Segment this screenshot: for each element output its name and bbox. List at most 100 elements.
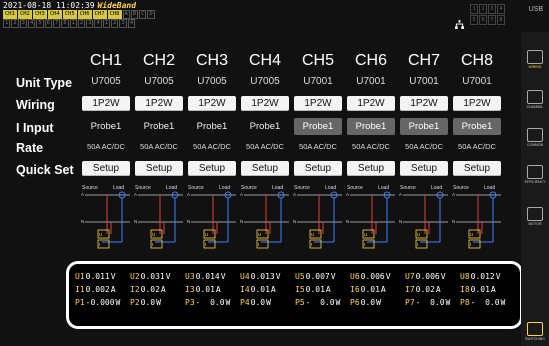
probe-button[interactable]: Probe1: [400, 118, 448, 135]
readout-cell: I2 0.02 A: [130, 285, 166, 294]
grid-cell[interactable]: 3: [488, 4, 496, 14]
wiring-diagram: Source Load A N U I: [239, 182, 291, 254]
readout-unit: W: [115, 298, 121, 307]
readout-cell: U4 0.013 V: [240, 272, 281, 281]
u-terminal-label: U: [205, 232, 208, 237]
wiring-button[interactable]: 1P2W: [453, 96, 501, 111]
wiring-diagram-svg: Source Load A N U I: [187, 185, 236, 249]
i-terminal-label: I: [205, 242, 206, 247]
wiring-diagram-svg: Source Load A N U I: [293, 185, 342, 249]
readout-value: 0.0: [360, 298, 376, 307]
source-label: Source: [294, 185, 310, 191]
wiring-button[interactable]: 1P2W: [241, 96, 289, 111]
setup-button[interactable]: Setup: [135, 161, 183, 176]
screen-selector-grid[interactable]: 1234 5678: [470, 4, 505, 25]
wiring-button[interactable]: 1P2W: [400, 96, 448, 111]
readout-value: - 0.0: [305, 298, 335, 307]
channel-indicator: 4: [94, 19, 102, 28]
readout-cell: P8- 0.0 W: [460, 298, 505, 307]
rate-value: 50A AC/DC: [352, 142, 390, 151]
load-label: Load: [431, 185, 442, 191]
right-menu-item[interactable]: SWITCHING: [521, 322, 549, 341]
probe-value[interactable]: Probe1: [133, 121, 185, 132]
readout-value: 0.02: [140, 285, 160, 294]
wiring-button[interactable]: 1P2W: [347, 96, 395, 111]
right-menu-item[interactable]: WIRING: [521, 50, 549, 69]
wiring-diagram-svg: Source Load A N U I: [452, 185, 501, 249]
right-menu-panel: WIRING CHANNEL COMMON EFFICIENCY MOTOR SWITCH…: [521, 32, 549, 346]
channel-indicator: 1: [69, 19, 77, 28]
readout-value: -0.000: [85, 298, 115, 307]
readout-cell: I4 0.01 A: [240, 285, 276, 294]
grid-cell[interactable]: 6: [479, 15, 487, 25]
channel-header: CH6: [354, 52, 387, 69]
grid-cell[interactable]: 7: [488, 15, 496, 25]
channel-indicator: 2: [77, 19, 86, 28]
setup-button[interactable]: Setup: [188, 161, 236, 176]
readout-unit: V: [275, 272, 281, 281]
wiring-button[interactable]: 1P2W: [82, 96, 130, 111]
channel-indicator: CH4: [47, 10, 62, 19]
setup-button[interactable]: Setup: [347, 161, 395, 176]
setup-button[interactable]: Setup: [241, 161, 289, 176]
datetime-text: 2021-08-18 11:02:39: [3, 1, 95, 10]
grid-cell[interactable]: 5: [470, 15, 478, 25]
probe-value[interactable]: Probe1: [239, 121, 291, 132]
wiring-button[interactable]: 1P2W: [135, 96, 183, 111]
wiring-diagram: Source Load A N U I: [292, 182, 344, 254]
i-terminal-label: I: [311, 242, 312, 247]
readout-value: - 0.0: [195, 298, 225, 307]
rate-value: 50A AC/DC: [458, 142, 496, 151]
grid-cell[interactable]: 8: [497, 15, 505, 25]
grid-cell[interactable]: 1: [470, 4, 478, 14]
menu-label: WIRING: [528, 65, 542, 69]
setup-button[interactable]: Setup: [294, 161, 342, 176]
right-menu-item[interactable]: CHANNEL: [521, 90, 549, 109]
source-label: Source: [82, 185, 98, 191]
menu-label: SWITCHING: [524, 337, 546, 341]
readout-tag: U8: [460, 272, 470, 281]
wiring-label: Wiring: [16, 98, 55, 112]
readout-tag: P7: [405, 298, 415, 307]
probe-button[interactable]: Probe1: [294, 118, 342, 135]
right-menu-item[interactable]: EFFICIENCY: [521, 165, 549, 184]
readout-tag: P4: [240, 298, 250, 307]
a-label: A: [399, 192, 402, 197]
readout-cell: P4 0.0 W: [240, 298, 271, 307]
channel-indicator: 2: [111, 19, 119, 28]
u-terminal-label: U: [417, 232, 420, 237]
readout-tag: I2: [130, 285, 140, 294]
wiring-button[interactable]: 1P2W: [188, 96, 236, 111]
readout-unit: A: [160, 285, 166, 294]
right-menu-item[interactable]: COMMON: [521, 128, 549, 147]
source-label: Source: [241, 185, 257, 191]
i-input-label: I Input: [16, 121, 54, 135]
menu-label: COMMON: [526, 143, 544, 147]
wiring-diagram: Source Load A N U I: [133, 182, 185, 254]
probe-button[interactable]: Probe1: [453, 118, 501, 135]
wiring-diagram: Source Load A N U I: [345, 182, 397, 254]
probe-value[interactable]: Probe1: [80, 121, 132, 132]
wiring-diagram: Source Load A N U I: [186, 182, 238, 254]
n-label: N: [452, 219, 455, 224]
u-terminal-label: U: [311, 232, 314, 237]
setup-button[interactable]: Setup: [400, 161, 448, 176]
right-menu-item[interactable]: MOTOR: [521, 207, 549, 226]
setup-button[interactable]: Setup: [82, 161, 130, 176]
readout-cell: U3 0.014 V: [185, 272, 226, 281]
channel-header: CH1: [89, 52, 122, 69]
readout-value: 0.006: [360, 272, 385, 281]
grid-cell[interactable]: 2: [479, 4, 487, 14]
n-label: N: [240, 219, 243, 224]
unit-type-value: U7005: [197, 76, 227, 87]
probe-value[interactable]: Probe1: [186, 121, 238, 132]
probe-button[interactable]: Probe1: [347, 118, 395, 135]
readout-tag: I4: [240, 285, 250, 294]
n-label: N: [81, 219, 84, 224]
readout-cell: I6 0.01 A: [350, 285, 386, 294]
channel-indicator: B: [130, 10, 139, 19]
wiring-button[interactable]: 1P2W: [294, 96, 342, 111]
grid-cell[interactable]: 4: [497, 4, 505, 14]
wiring-diagram-svg: Source Load A N U I: [134, 185, 183, 249]
setup-button[interactable]: Setup: [453, 161, 501, 176]
